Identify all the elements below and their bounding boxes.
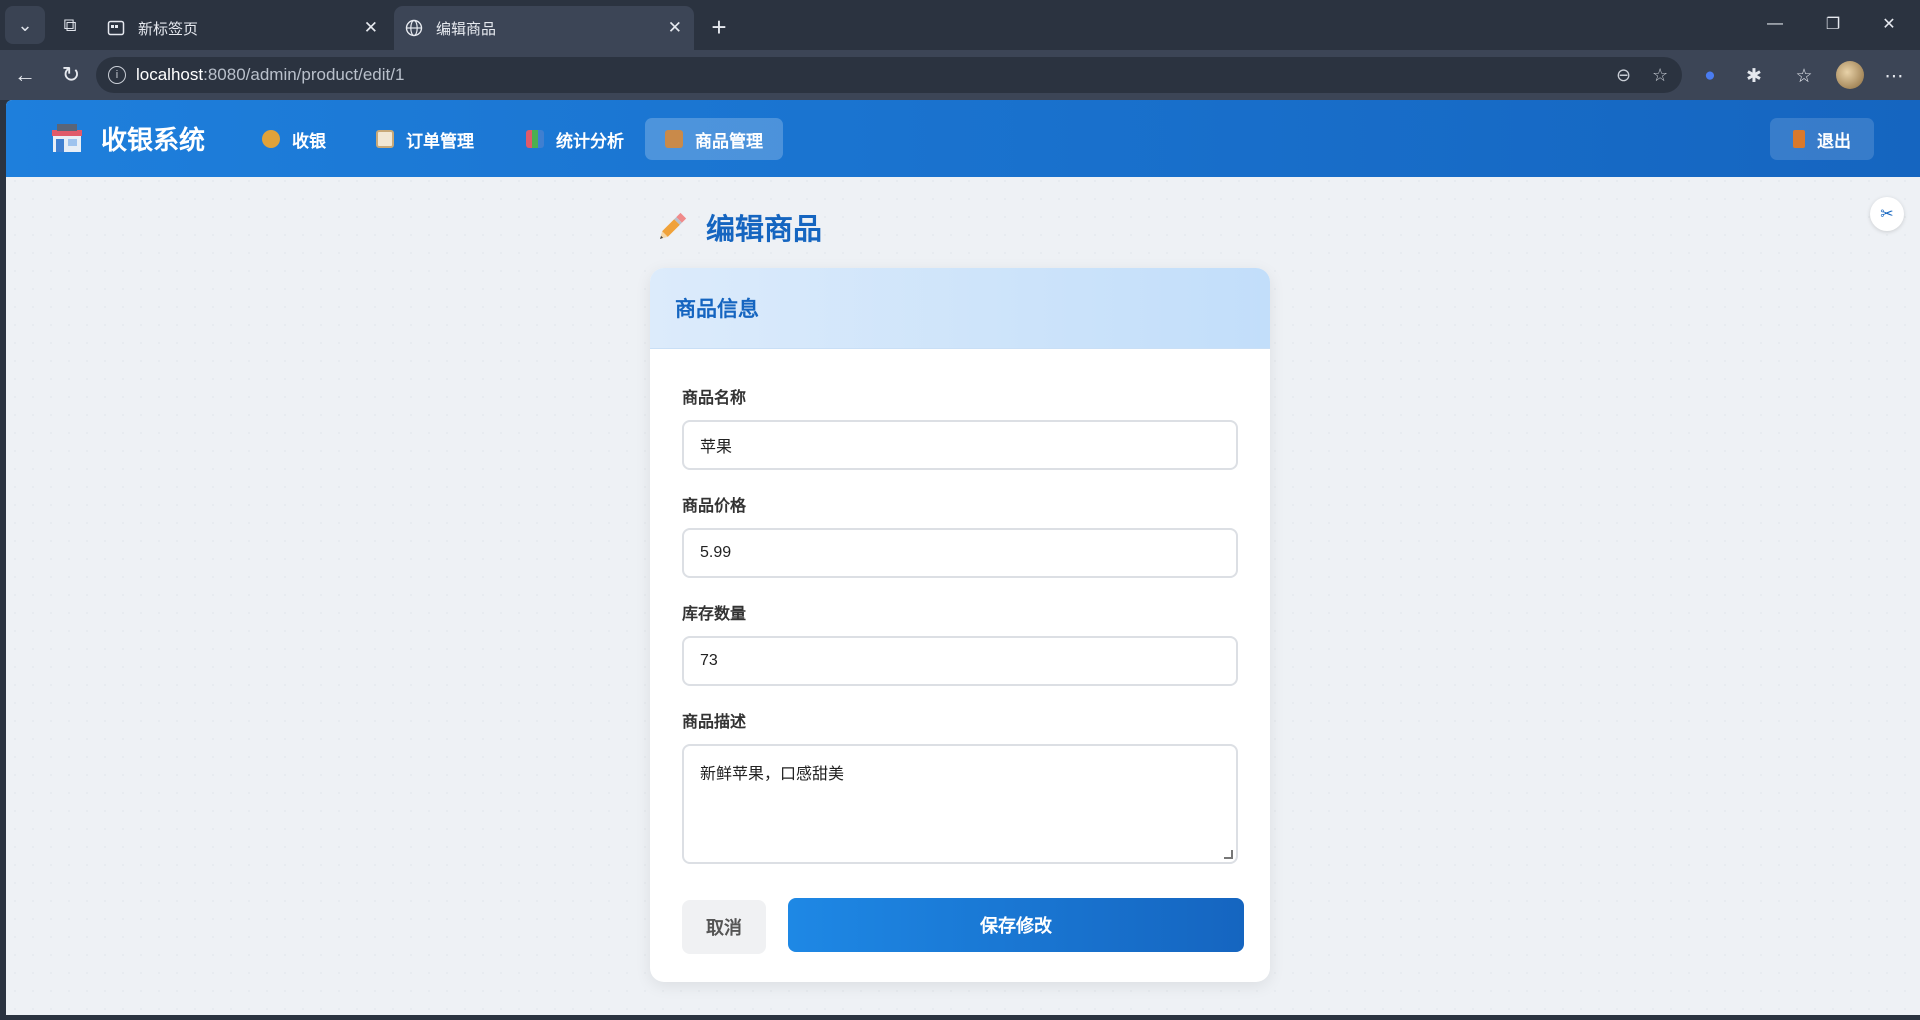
nav-label: 订单管理	[406, 131, 474, 151]
site-info-icon[interactable]: i	[108, 66, 126, 84]
product-description-label: 商品描述	[682, 714, 747, 731]
product-price-label: 商品价格	[682, 498, 747, 515]
scissors-icon: ✂	[1880, 206, 1894, 223]
bar-chart-icon	[526, 130, 544, 148]
url-host: localhost	[136, 65, 204, 84]
product-name-input[interactable]: 苹果	[682, 420, 1238, 470]
address-bar[interactable]: i localhost:8080/admin/product/edit/1 ⊖ …	[96, 57, 1682, 93]
close-icon: ✕	[1882, 16, 1896, 33]
package-icon	[665, 130, 683, 148]
nav-label: 统计分析	[556, 131, 624, 151]
chevron-down-icon: ⌄	[17, 14, 33, 35]
product-name-field: 商品名称 苹果	[682, 384, 1238, 470]
store-icon	[51, 123, 83, 154]
tab-title: 新标签页	[138, 20, 199, 38]
nav-item-products[interactable]: 商品管理	[645, 118, 783, 160]
product-name-label: 商品名称	[682, 390, 747, 407]
close-tab-icon[interactable]: ✕	[668, 18, 682, 38]
page-viewport: 收银系统 收银 订单管理 统计分析 商品管理 退出 ✂ 编辑商品 商品信息 商品…	[6, 100, 1920, 1015]
close-tab-icon[interactable]: ✕	[364, 18, 378, 38]
plus-icon: +	[711, 11, 727, 42]
nav-label: 收银	[292, 131, 326, 151]
minimize-button[interactable]: —	[1752, 8, 1798, 40]
tab-title: 编辑商品	[436, 20, 497, 38]
resize-grip-icon[interactable]	[1224, 850, 1233, 859]
money-bag-icon	[262, 130, 280, 148]
more-icon: ⋯	[1884, 65, 1904, 87]
favorite-star-icon[interactable]: ☆	[1652, 65, 1668, 86]
nav-label: 商品管理	[695, 131, 763, 151]
product-form-card: 商品信息 商品名称 苹果 商品价格 5.99 库存数量 73 商品描述 新鲜苹果…	[650, 268, 1270, 982]
product-description-field: 商品描述 新鲜苹果，口感甜美	[682, 708, 1238, 864]
product-stock-field: 库存数量 73	[682, 600, 1238, 686]
cancel-button[interactable]: 取消	[682, 900, 766, 954]
tab-edit-product[interactable]: 编辑商品 ✕	[394, 6, 694, 50]
extension-badge-icon: ●	[1704, 65, 1716, 86]
tab-list-button[interactable]: ⌄	[5, 6, 45, 44]
extensions-button[interactable]: ✱	[1740, 62, 1768, 90]
card-title: 商品信息	[675, 298, 759, 321]
more-menu-button[interactable]: ⋯	[1880, 62, 1908, 90]
favorites-icon: ☆	[1795, 65, 1813, 87]
globe-icon	[404, 18, 424, 38]
page-title: 编辑商品	[654, 206, 822, 248]
arrow-left-icon: ←	[14, 62, 36, 87]
url-path: :8080/admin/product/edit/1	[203, 65, 405, 84]
new-tab-page-icon	[106, 18, 126, 38]
tab-new-tab[interactable]: 新标签页 ✕	[96, 6, 390, 50]
door-icon	[1793, 130, 1805, 148]
page-title-text: 编辑商品	[706, 214, 823, 246]
reload-button[interactable]: ↻	[56, 60, 86, 90]
product-stock-input[interactable]: 73	[682, 636, 1238, 686]
workspaces-button[interactable]: ⧉	[50, 6, 90, 44]
logout-button[interactable]: 退出	[1770, 118, 1874, 160]
logout-label: 退出	[1817, 131, 1851, 151]
browser-toolbar: ← ↻ i localhost:8080/admin/product/edit/…	[0, 50, 1920, 100]
zoom-icon[interactable]: ⊖	[1616, 65, 1631, 86]
nav-item-orders[interactable]: 订单管理	[356, 118, 494, 160]
product-price-field: 商品价格 5.99	[682, 492, 1238, 578]
restore-icon: ❐	[1825, 16, 1841, 33]
restore-button[interactable]: ❐	[1810, 8, 1856, 40]
nav-item-statistics[interactable]: 统计分析	[506, 118, 644, 160]
browser-tab-bar: ⌄ ⧉ 新标签页 ✕ 编辑商品 ✕ + — ❐ ✕	[0, 0, 1920, 50]
app-header: 收银系统 收银 订单管理 统计分析 商品管理 退出	[6, 100, 1920, 177]
product-price-input[interactable]: 5.99	[682, 528, 1238, 578]
clipboard-icon	[376, 130, 394, 148]
product-description-text: 新鲜苹果，口感甜美	[700, 766, 845, 783]
puzzle-icon: ✱	[1746, 65, 1762, 87]
workspaces-icon: ⧉	[63, 14, 77, 35]
pencil-icon	[654, 209, 690, 245]
new-tab-button[interactable]: +	[702, 10, 736, 44]
extension-button[interactable]: ●	[1696, 62, 1724, 90]
brand: 收银系统	[51, 120, 205, 157]
favorites-button[interactable]: ☆	[1790, 62, 1818, 90]
close-window-button[interactable]: ✕	[1866, 8, 1912, 40]
back-button[interactable]: ←	[10, 60, 40, 90]
minimize-icon: —	[1767, 15, 1783, 32]
card-header: 商品信息	[650, 268, 1270, 349]
side-tool-button[interactable]: ✂	[1870, 197, 1904, 231]
reload-icon: ↻	[61, 62, 81, 87]
nav-item-cashier[interactable]: 收银	[242, 118, 346, 160]
save-button[interactable]: 保存修改	[788, 898, 1244, 952]
brand-title: 收银系统	[101, 125, 206, 155]
product-stock-label: 库存数量	[682, 606, 747, 623]
profile-avatar[interactable]	[1836, 61, 1864, 89]
product-description-textarea[interactable]: 新鲜苹果，口感甜美	[682, 744, 1238, 864]
